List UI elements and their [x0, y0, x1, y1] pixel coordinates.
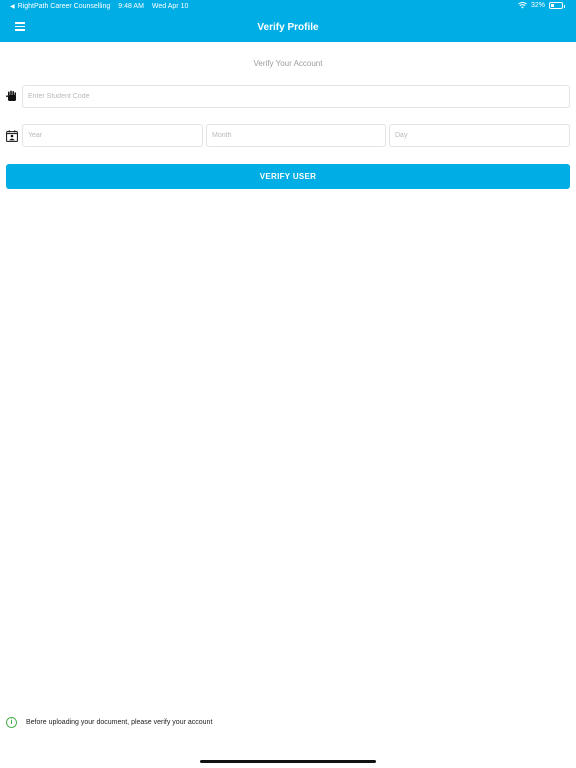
student-code-input[interactable] [22, 85, 570, 108]
battery-icon [549, 2, 565, 9]
info-icon: i [6, 717, 17, 728]
footer-note-text: Before uploading your document, please v… [26, 719, 213, 726]
app-header: ◀ RightPath Career Counselling 9:48 AM W… [0, 0, 576, 42]
footer-note: i Before uploading your document, please… [6, 717, 212, 728]
home-indicator[interactable] [200, 760, 376, 763]
calendar-user-icon [6, 130, 18, 142]
student-code-hand-icon [6, 90, 16, 101]
dob-year-input[interactable] [22, 124, 203, 147]
wifi-icon [518, 2, 527, 9]
back-arrow-icon[interactable]: ◀ [10, 3, 15, 10]
dob-day-input[interactable] [389, 124, 570, 147]
page-title: Verify Profile [257, 22, 319, 33]
back-app-name[interactable]: RightPath Career Counselling [18, 3, 111, 10]
status-date: Wed Apr 10 [151, 3, 189, 10]
verify-user-button[interactable]: VERIFY USER [6, 164, 570, 189]
status-time: 9:48 AM [118, 3, 144, 10]
status-right: 32% [518, 2, 565, 9]
status-bar: ◀ RightPath Career Counselling 9:48 AM W… [0, 0, 576, 14]
status-left[interactable]: ◀ RightPath Career Counselling 9:48 AM W… [10, 3, 188, 10]
nav-bar: Verify Profile [0, 14, 576, 42]
battery-percent: 32% [530, 2, 545, 9]
dob-month-input[interactable] [206, 124, 386, 147]
form-subtitle: Verify Your Account [253, 59, 323, 68]
battery-fill [551, 4, 555, 7]
